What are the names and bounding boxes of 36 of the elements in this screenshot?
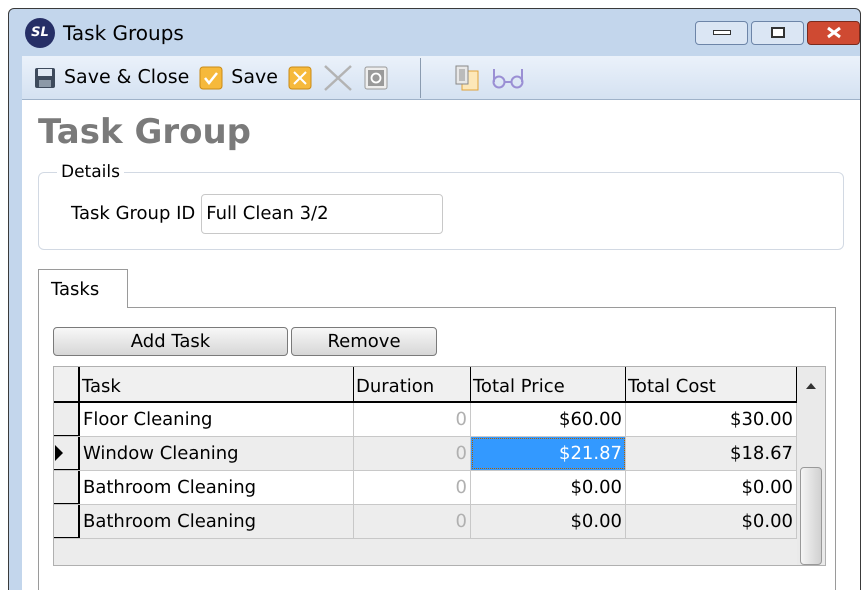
minimize-button[interactable] bbox=[695, 20, 748, 45]
page-heading: Task Group bbox=[38, 111, 252, 154]
column-header[interactable]: Task bbox=[80, 367, 354, 401]
table-cell: $30.00 bbox=[626, 403, 797, 436]
table-cell: Bathroom Cleaning bbox=[80, 471, 354, 504]
save-close-button[interactable]: Save & Close bbox=[34, 63, 190, 92]
group-legend: Details bbox=[57, 160, 124, 186]
row-header[interactable] bbox=[54, 471, 80, 504]
scroll-up-icon[interactable] bbox=[806, 383, 816, 389]
table-cell: 0 bbox=[354, 403, 471, 436]
table-cell: 0 bbox=[354, 471, 471, 504]
maximize-button[interactable] bbox=[751, 20, 804, 45]
table-cell: $0.00 bbox=[626, 471, 797, 504]
save-button[interactable]: Save bbox=[199, 63, 278, 92]
close-icon bbox=[826, 26, 842, 40]
table-cell: $0.00 bbox=[471, 471, 626, 504]
cancel-tool-button[interactable] bbox=[288, 66, 312, 90]
table-cell: Floor Cleaning bbox=[80, 403, 354, 436]
task-group-id-field[interactable]: Full Clean 3/2 bbox=[201, 194, 444, 234]
field-label: Task Group ID bbox=[71, 202, 196, 226]
column-header[interactable]: Total Cost bbox=[626, 367, 797, 401]
close-button[interactable] bbox=[807, 20, 860, 45]
add-task-button[interactable]: Add Task bbox=[53, 327, 288, 356]
tab[interactable]: Tasks bbox=[38, 269, 128, 308]
remove-button[interactable]: Remove bbox=[291, 327, 437, 356]
logo: SL bbox=[25, 18, 55, 48]
column-header[interactable]: Duration bbox=[354, 367, 471, 401]
row-header[interactable] bbox=[54, 403, 80, 436]
row-header[interactable] bbox=[54, 505, 80, 538]
table-cell: $60.00 bbox=[471, 403, 626, 436]
scroll-thumb[interactable] bbox=[800, 467, 822, 565]
copy-tool-button[interactable] bbox=[452, 64, 481, 91]
window-title: Task Groups bbox=[63, 20, 184, 47]
row-header[interactable] bbox=[54, 437, 80, 470]
column-header[interactable]: Total Price bbox=[471, 367, 626, 401]
table-cell: $21.87 bbox=[471, 437, 626, 470]
